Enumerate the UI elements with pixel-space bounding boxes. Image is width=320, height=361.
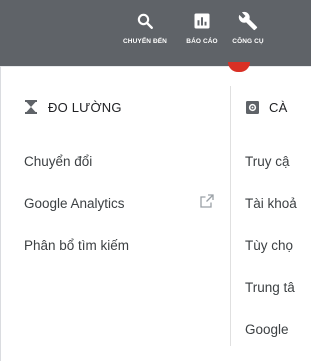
menu-item-label: Truy cậ [245,153,290,169]
menu-item-preferences[interactable]: Tùy chọ [245,224,320,266]
tools-button[interactable]: CÔNG CỤ [228,10,268,45]
goto-label: CHUYỂN ĐẾN [123,38,167,45]
menu-item-label: Tài khoả [245,195,297,211]
menu-item-access[interactable]: Truy cậ [245,140,320,182]
reports-button[interactable]: BÁO CÁO [182,10,222,45]
reports-label: BÁO CÁO [186,38,218,45]
tools-label: CÔNG CỤ [232,38,264,45]
menu-item-label: Chuyển đổi [24,153,93,169]
menu-item-label: Tùy chọ [245,237,294,253]
wrench-icon [238,10,258,32]
search-icon [136,10,154,32]
menu-item-label: Google Analytics [24,195,125,211]
menu-item-google-analytics[interactable]: Google Analytics [24,182,224,224]
menu-item-conversions[interactable]: Chuyển đổi [24,140,224,182]
menu-item-center[interactable]: Trung tâ [245,266,320,308]
settings-title: CÀ [269,99,288,115]
top-toolbar: CHUYỂN ĐẾN BÁO CÁO CÔNG CỤ [0,0,311,66]
measurement-section: ĐO LƯỜNG Chuyển đổi Google Analytics Phâ… [24,96,224,266]
settings-header: CÀ [245,96,320,118]
settings-section: CÀ Truy cậ Tài khoả Tùy chọ Trung tâ Goo… [245,96,320,350]
menu-item-google[interactable]: Google [245,308,320,350]
open-in-new-icon [200,194,214,208]
menu-item-search-attribution[interactable]: Phân bổ tìm kiếm [24,224,224,266]
menu-item-label: Phân bổ tìm kiếm [24,237,130,253]
menu-item-label: Google [245,321,289,337]
column-divider [230,86,231,346]
bar-chart-icon [193,10,211,32]
measurement-menu: Chuyển đổi Google Analytics Phân bổ tìm … [24,140,224,266]
measurement-title: ĐO LƯỜNG [48,99,122,115]
menu-item-account[interactable]: Tài khoả [245,182,320,224]
hourglass-icon [24,100,38,114]
goto-button[interactable]: CHUYỂN ĐẾN [121,10,169,45]
measurement-header: ĐO LƯỜNG [24,96,224,118]
settings-menu: Truy cậ Tài khoả Tùy chọ Trung tâ Google [245,140,320,350]
menu-item-label: Trung tâ [245,279,295,295]
settings-gear-icon [245,100,259,114]
